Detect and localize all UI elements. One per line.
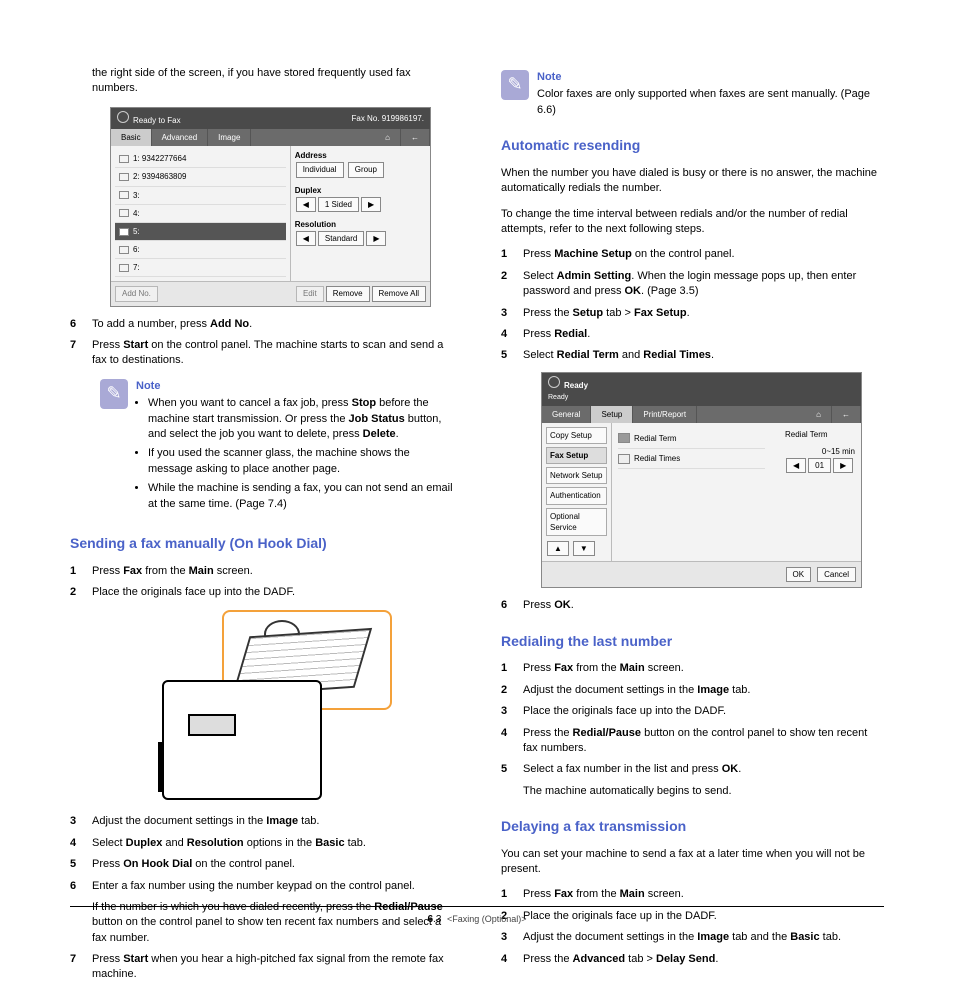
side-fax-setup[interactable]: Fax Setup [546,447,607,464]
note-icon: ✎ [501,70,529,100]
body-text: When the number you have dialed is busy … [501,166,884,197]
arrow-left-icon[interactable]: ◀ [786,458,806,473]
admin-screen-thumbnail: ReadyReady General Setup Print/Report ⌂ … [541,372,862,589]
heading-auto-resend: Automatic resending [501,136,884,156]
body-text: You can set your machine to send a fax a… [501,847,884,878]
step-sub: The machine automatically begins to send… [523,784,884,799]
arrow-right-icon[interactable]: ▶ [366,231,386,246]
param-value: 01 [808,458,831,473]
tab-print-report[interactable]: Print/Report [633,406,697,423]
note-block: ✎ Note Color faxes are only supported wh… [501,70,884,118]
heading-on-hook-dial: Sending a fax manually (On Hook Dial) [70,534,453,554]
side-optional-service[interactable]: Optional Service [546,508,607,536]
address-label: Address [295,150,426,161]
help-icon [117,111,129,123]
body-text: To change the time interval between redi… [501,207,884,238]
resolution-label: Resolution [295,219,426,230]
heading-redial-last: Redialing the last number [501,632,884,652]
step-6: 6 To add a number, press Add No. [70,317,453,332]
toolbar-icon[interactable]: ⌂ [375,129,401,146]
step-7: 7 Press Start on the control panel. The … [70,338,453,369]
note-block: ✎ Note When you want to cancel a fax job… [100,379,453,516]
page-number-minor: .3 [433,914,441,925]
tab-image[interactable]: Image [208,129,251,146]
fax-list-row[interactable]: 5: [115,223,286,241]
cancel-button[interactable]: Cancel [817,567,856,582]
remove-button[interactable]: Remove [326,286,370,301]
heading-delay-fax: Delaying a fax transmission [501,817,884,837]
arrow-right-icon[interactable]: ▶ [361,197,381,212]
note-text: Color faxes are only supported when faxe… [537,87,884,118]
resolution-value: Standard [318,231,364,246]
arrow-left-icon[interactable]: ◀ [296,197,316,212]
help-icon [548,376,560,388]
toolbar-icon[interactable]: ← [832,406,861,423]
fax-list-row[interactable]: 6: [115,241,286,259]
toolbar-icon[interactable]: ⌂ [806,406,832,423]
chapter-label: <Faxing (Optional)> [447,914,527,924]
ready-label: Ready to Fax [133,116,181,125]
note-title: Note [136,379,453,394]
tab-general[interactable]: General [542,406,591,423]
note-title: Note [537,70,884,85]
side-authentication[interactable]: Authentication [546,487,607,504]
duplex-label: Duplex [295,185,426,196]
fax-screen-thumbnail: Ready to Fax Fax No. 919986197. Basic Ad… [110,107,431,307]
arrow-down-icon[interactable]: ▼ [573,541,595,556]
add-no-button[interactable]: Add No. [115,286,158,301]
option-redial-times[interactable]: Redial Times [618,449,765,469]
note-icon: ✎ [100,379,128,409]
toolbar-icon[interactable]: ← [401,129,430,146]
arrow-up-icon[interactable]: ▲ [547,541,569,556]
note-item: While the machine is sending a fax, you … [148,481,453,512]
step-6-sub: If the number is which you have dialed r… [92,900,453,946]
side-copy-setup[interactable]: Copy Setup [546,427,607,444]
duplex-value: 1 Sided [318,197,359,212]
fax-list-row[interactable]: 1: 9342277664 [115,150,286,168]
fax-list-row[interactable]: 7: [115,259,286,277]
arrow-right-icon[interactable]: ▶ [833,458,853,473]
tab-setup[interactable]: Setup [591,406,633,423]
page-content: the right side of the screen, if you hav… [70,60,884,890]
option-redial-term[interactable]: Redial Term [618,429,765,449]
fax-list-row[interactable]: 4: [115,205,286,223]
fax-no-label: Fax No. 919986197. [352,113,425,124]
param-range: 0~15 min [785,446,855,457]
tab-advanced[interactable]: Advanced [152,129,209,146]
fax-list-row[interactable]: 2: 9394863809 [115,168,286,186]
dadf-illustration [132,610,392,800]
group-button[interactable]: Group [348,162,384,177]
fax-list-row[interactable]: 3: [115,187,286,205]
side-network-setup[interactable]: Network Setup [546,467,607,484]
tab-basic[interactable]: Basic [111,129,152,146]
note-item: If you used the scanner glass, the machi… [148,446,453,477]
param-label: Redial Term [785,429,855,440]
right-column: ✎ Note Color faxes are only supported wh… [501,60,884,890]
intro-text: the right side of the screen, if you hav… [92,66,453,97]
edit-button[interactable]: Edit [296,286,324,301]
remove-all-button[interactable]: Remove All [372,286,426,301]
arrow-left-icon[interactable]: ◀ [296,231,316,246]
ok-button[interactable]: OK [786,567,812,582]
individual-button[interactable]: Individual [296,162,344,177]
note-item: When you want to cancel a fax job, press… [148,396,453,442]
left-column: the right side of the screen, if you hav… [70,60,453,890]
